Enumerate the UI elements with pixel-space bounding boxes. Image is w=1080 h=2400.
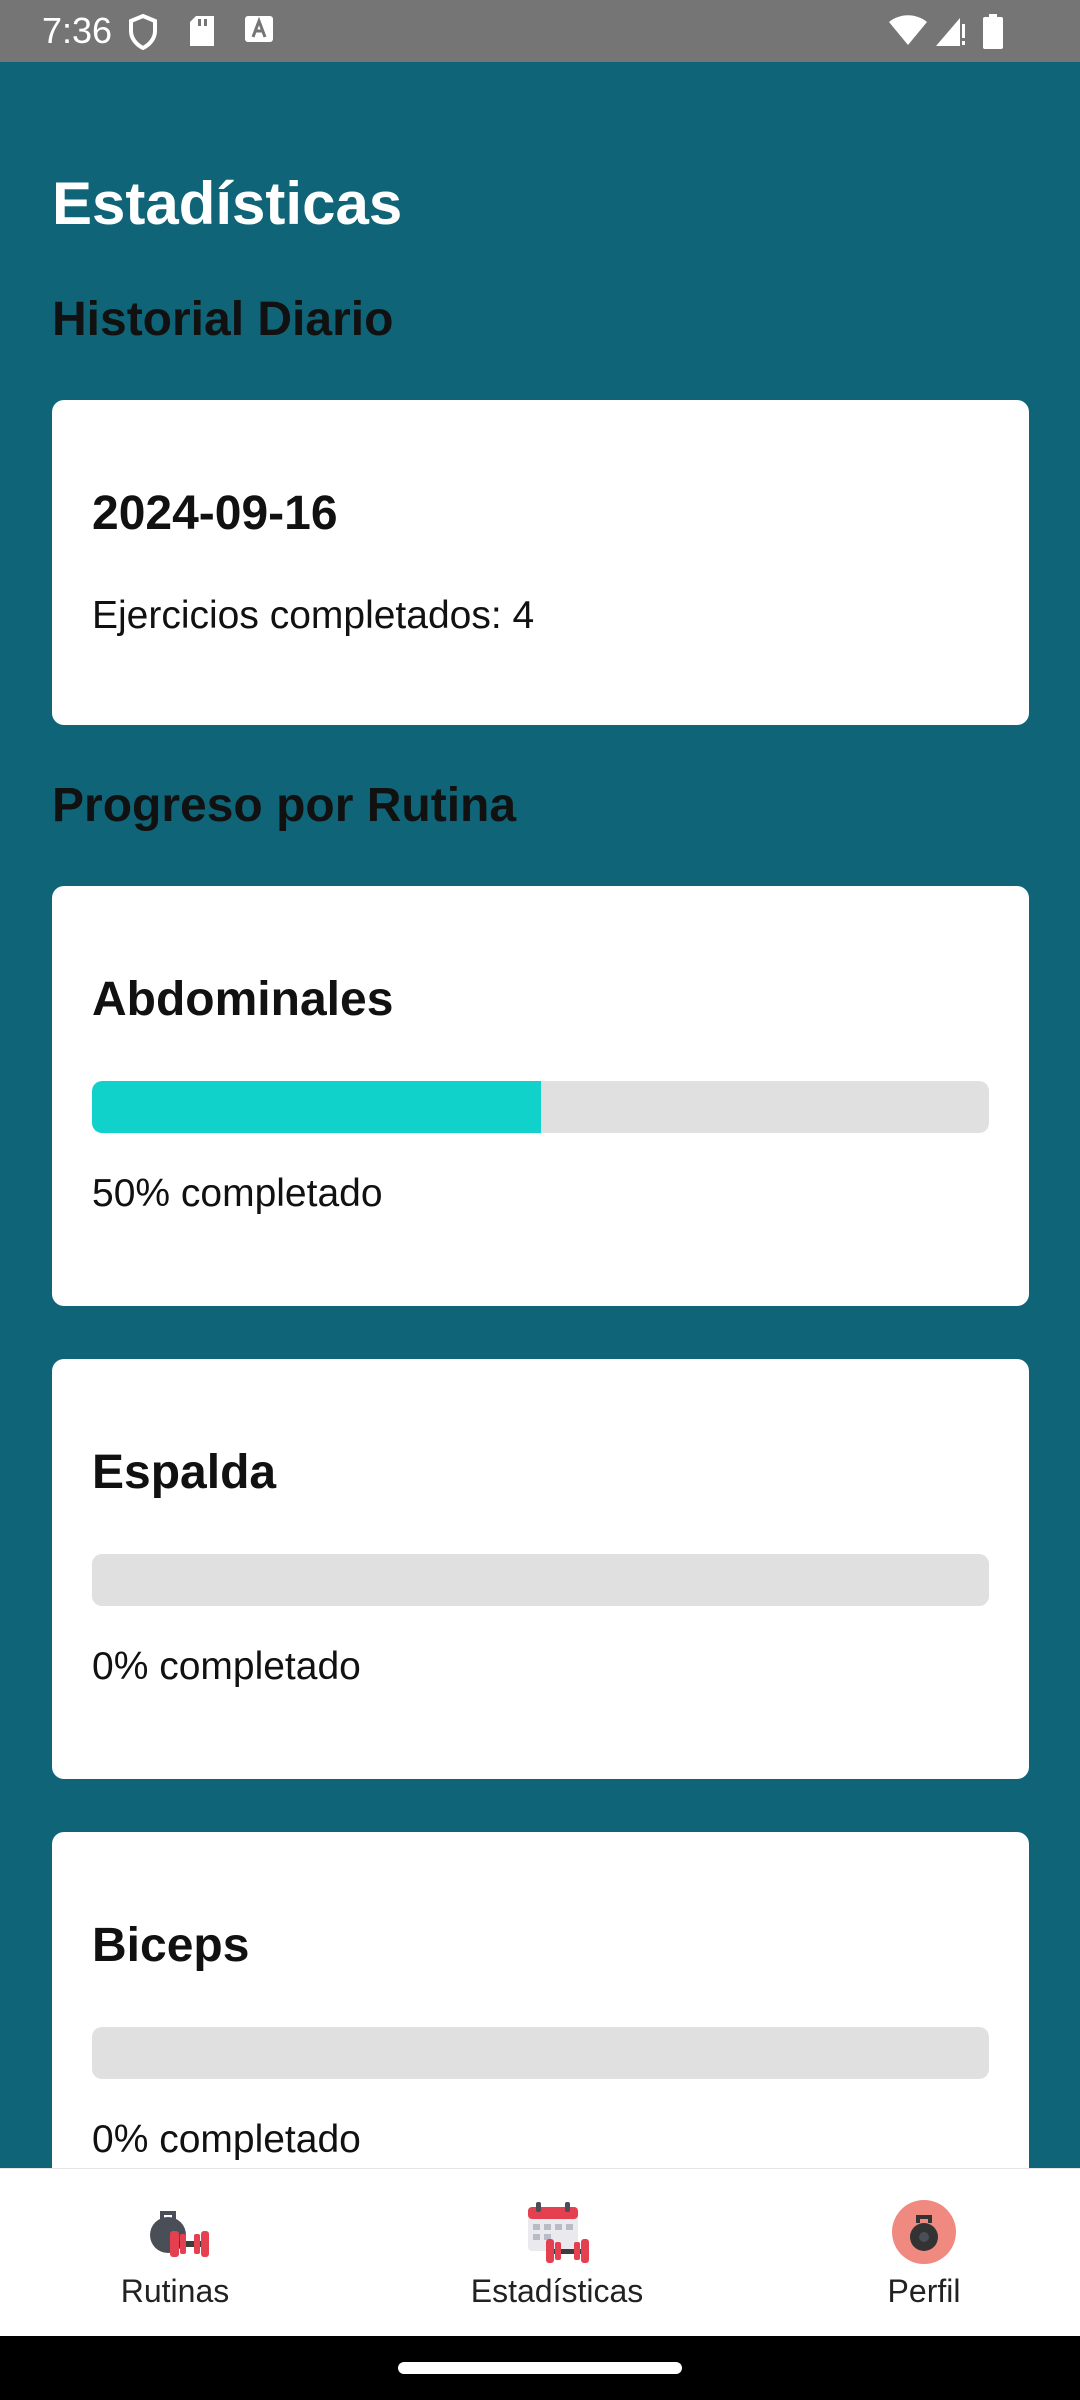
gesture-navigation-bar [0, 2336, 1080, 2400]
routine-name: Biceps [92, 1919, 250, 1972]
routine-progress-card: Espalda 0% completado [52, 1359, 1029, 1779]
sd-card-icon [188, 14, 216, 48]
routine-name: Espalda [92, 1446, 277, 1499]
signal-icon [934, 14, 966, 48]
nav-label-estadisticas: Estadísticas [470, 2273, 644, 2309]
statistics-screen[interactable]: Estadísticas Historial Diario 2024-09-16… [0, 62, 1080, 2168]
nav-label-rutinas: Rutinas [120, 2273, 230, 2309]
nav-item-rutinas[interactable]: Rutinas [25, 2197, 325, 2310]
routine-progress-card: Biceps 0% completado [52, 1832, 1029, 2168]
profile-kettlebell-icon [889, 2197, 959, 2267]
nav-item-estadisticas[interactable]: Estadísticas [407, 2197, 707, 2310]
history-date: 2024-09-16 [92, 487, 338, 540]
routine-progress-heading: Progreso por Rutina [52, 779, 517, 832]
progress-label: 0% completado [92, 2118, 361, 2161]
nav-item-perfil[interactable]: Perfil [774, 2197, 1074, 2310]
progress-label: 50% completado [92, 1172, 383, 1215]
progress-bar [92, 2027, 989, 2079]
bottom-navigation: Rutinas Estadísticas Perfil [0, 2168, 1080, 2337]
daily-history-heading: Historial Diario [52, 293, 394, 346]
wifi-icon [888, 14, 928, 48]
calendar-dumbbell-icon [522, 2197, 592, 2267]
status-bar: 7:36 [0, 0, 1080, 62]
progress-bar [92, 1081, 989, 1133]
routine-name: Abdominales [92, 973, 394, 1026]
progress-label: 0% completado [92, 1645, 361, 1688]
home-gesture-handle[interactable] [398, 2362, 682, 2374]
history-exercises-completed: Ejercicios completados: 4 [92, 594, 535, 637]
daily-history-card: 2024-09-16 Ejercicios completados: 4 [52, 400, 1029, 725]
shield-icon [128, 14, 158, 50]
page-title: Estadísticas [52, 170, 403, 237]
progress-bar [92, 1554, 989, 1606]
routine-progress-card: Abdominales 50% completado [52, 886, 1029, 1306]
status-time: 7:36 [42, 10, 113, 51]
kettlebell-dumbbell-icon [140, 2197, 210, 2267]
battery-icon [982, 14, 1004, 49]
nav-label-perfil: Perfil [887, 2273, 961, 2309]
text-a-icon [245, 14, 273, 48]
progress-bar-fill [92, 1081, 541, 1133]
